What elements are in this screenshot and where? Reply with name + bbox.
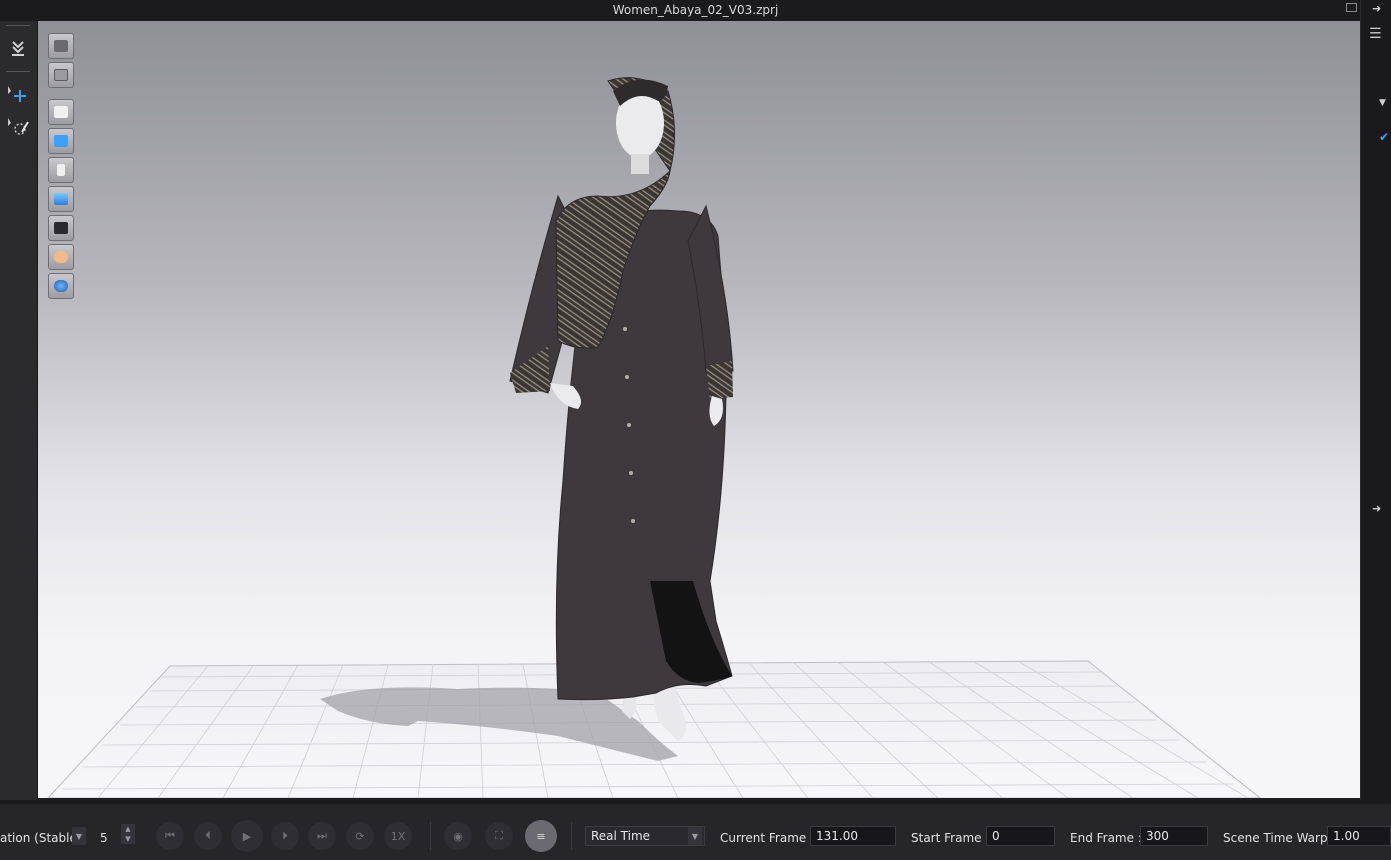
right-panel-strip: ➜ ☰ ▼ ✔ ➜	[1360, 0, 1391, 800]
show-pattern-icon[interactable]	[48, 128, 74, 154]
select-move-icon[interactable]	[3, 81, 33, 109]
show-fabric-icon[interactable]	[48, 62, 74, 88]
avatar-figure[interactable]	[509, 77, 734, 741]
playback-mode-dropdown-icon[interactable]: ▼	[688, 827, 702, 845]
current-frame-label: Current Frame :	[720, 831, 815, 845]
show-3d-garment-icon[interactable]	[48, 99, 74, 125]
simulation-mode-label: ation (Stable	[0, 831, 77, 845]
record-icon[interactable]: ◉	[444, 822, 472, 850]
import-avatar-icon[interactable]	[3, 35, 33, 63]
speed-button[interactable]: 1X	[384, 822, 412, 850]
left-toolbar	[0, 21, 38, 800]
3d-scene	[47, 77, 1261, 798]
menu-list-icon[interactable]: ☰	[1369, 26, 1382, 42]
camera-settings-icon[interactable]: ≡	[525, 820, 557, 852]
chevron-down-icon[interactable]: ✔	[1379, 130, 1389, 144]
capture-icon[interactable]: ⛶	[485, 822, 513, 850]
expand-panel-icon[interactable]: ➜	[1372, 2, 1381, 15]
3d-viewport[interactable]	[38, 21, 1360, 798]
window-title: Women_Abaya_02_V03.zprj	[612, 3, 779, 17]
show-shadow-icon[interactable]	[48, 215, 74, 241]
step-value[interactable]: 5	[100, 831, 108, 845]
play-icon[interactable]: ▶	[231, 820, 263, 852]
toolbar-divider	[6, 25, 30, 26]
show-skin-icon[interactable]	[48, 244, 74, 270]
start-frame-label: Start Frame :	[911, 831, 990, 845]
toolbar-divider	[571, 822, 572, 850]
show-avatar-icon[interactable]	[48, 157, 74, 183]
animation-bar: ation (Stable ▼ 5 ▲ ▼ ⏮ ⏴ ▶ ⏵ ⏭ ⟳ 1X ◉ ⛶ …	[0, 800, 1391, 860]
expand-side-icon[interactable]: ➜	[1372, 502, 1381, 515]
skip-to-end-icon[interactable]: ⏭	[308, 822, 336, 850]
simulation-dropdown-icon[interactable]: ▼	[72, 827, 86, 845]
end-frame-field[interactable]: 300	[1140, 826, 1208, 846]
start-frame-field[interactable]: 0	[986, 826, 1055, 846]
show-garment-icon[interactable]	[48, 33, 74, 59]
title-bar: Women_Abaya_02_V03.zprj	[0, 0, 1391, 21]
step-spinner[interactable]: ▲ ▼	[121, 824, 135, 844]
scene-time-warp-label: Scene Time Warp	[1223, 831, 1328, 845]
dropdown-arrow-icon[interactable]: ▼	[1379, 98, 1386, 108]
scene-time-warp-field[interactable]: 1.00	[1327, 826, 1391, 846]
toolbar-divider	[6, 71, 30, 72]
previous-frame-icon[interactable]: ⏴	[194, 822, 222, 850]
show-texture-icon[interactable]	[48, 186, 74, 212]
playback-mode-select[interactable]: Real Time	[585, 826, 705, 846]
current-frame-field[interactable]: 131.00	[810, 826, 896, 846]
next-frame-icon[interactable]: ⏵	[271, 822, 299, 850]
app-window: Women_Abaya_02_V03.zprj ➜ ☰ ▼ ✔ ➜ ation …	[0, 0, 1391, 860]
skip-to-start-icon[interactable]: ⏮	[156, 822, 184, 850]
restore-window-icon[interactable]	[1346, 3, 1357, 12]
edit-pattern-icon[interactable]	[3, 113, 33, 141]
end-frame-label: End Frame :	[1070, 831, 1142, 845]
toolbar-divider	[430, 822, 431, 850]
loop-icon[interactable]: ⟳	[346, 822, 374, 850]
show-environment-icon[interactable]	[48, 273, 74, 299]
